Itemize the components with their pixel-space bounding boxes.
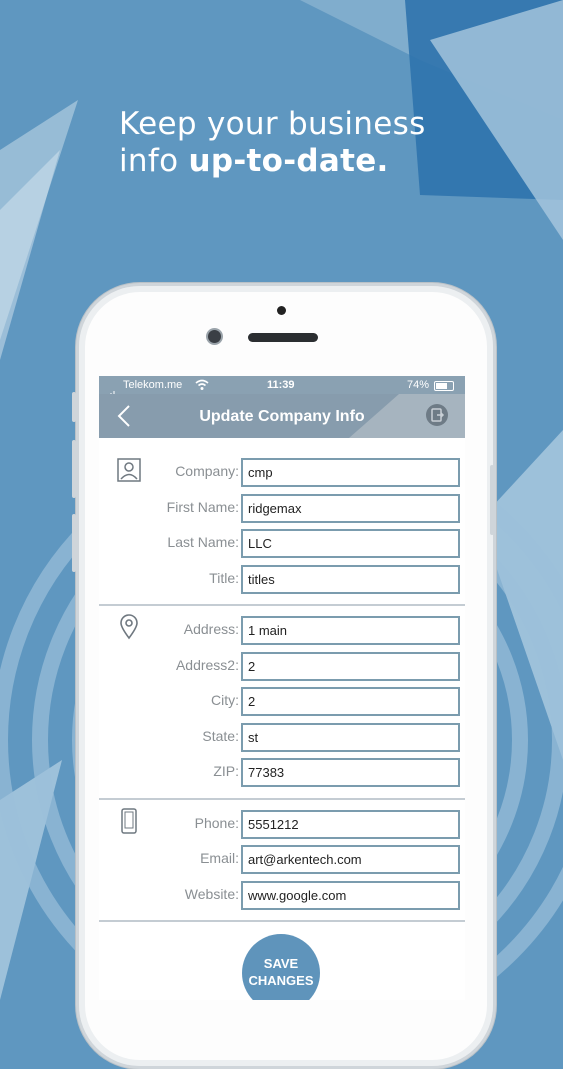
state-label: State: [202,727,239,744]
website-row: Website: www.google.com [99,877,465,913]
address-input[interactable]: 1 main [241,616,460,645]
first-name-label: First Name: [166,498,239,515]
company-row: Company: cmp [99,454,465,490]
battery-icon [434,381,454,391]
city-row: City: 2 [99,683,465,719]
address2-input[interactable]: 2 [241,651,460,681]
nav-bar: Update Company Info [99,394,465,438]
save-changes-button[interactable]: SAVE CHANGES [242,934,320,1000]
address-section: Address: 1 main Address2: 2 City: 2 Stat… [99,606,465,800]
promo-line-2-prefix: info [119,143,179,179]
company-section: Company: cmp First Name: ridgemax Last N… [99,438,465,606]
city-input[interactable]: 2 [241,687,460,716]
save-label-line2: CHANGES [248,973,314,988]
zip-input[interactable]: 77383 [241,758,460,787]
phone-volume-down [72,514,76,572]
promo-headline: Keep your business info up-to-date. [119,106,426,180]
save-label-line1: SAVE [263,956,299,971]
earpiece-speaker [248,333,318,342]
first-name-row: First Name: ridgemax [99,490,465,526]
address2-row: Address2: 2 [99,648,465,684]
company-input[interactable]: cmp [241,458,460,487]
email-input[interactable]: art@arkentech.com [241,845,460,874]
nav-title: Update Company Info [199,408,365,425]
phone-volume-up [72,440,76,498]
phone-label: Phone: [194,814,239,831]
front-camera [208,330,221,343]
promo-line-2-bold: up-to-date. [188,143,389,179]
title-row: Title: titles [99,561,465,597]
website-label: Website: [184,885,239,902]
promo-line-1: Keep your business [119,106,426,142]
state-input[interactable]: st [241,722,460,752]
first-name-input[interactable]: ridgemax [241,493,460,523]
phone-mute-switch [72,392,76,422]
status-time: 11:39 [267,379,295,391]
proximity-sensor [277,306,286,315]
company-label: Company: [175,463,239,479]
state-row: State: st [99,719,465,755]
phone-power-button [490,465,494,535]
phone-row: Phone: 5551212 [99,806,465,842]
title-label: Title: [209,569,239,586]
zip-label: ZIP: [213,763,239,779]
address2-label: Address2: [175,656,239,673]
battery-percent: 74% [407,379,430,391]
last-name-label: Last Name: [167,534,239,550]
address-label: Address: [183,621,239,637]
last-name-input[interactable]: LLC [241,529,460,558]
phone-input[interactable]: 5551212 [241,809,460,839]
promo-line-2: info up-to-date. [119,143,426,180]
city-label: City: [211,692,239,708]
title-input[interactable]: titles [241,564,460,594]
form: Company: cmp First Name: ridgemax Last N… [99,438,465,922]
email-label: Email: [200,850,239,866]
status-bar: Telekom.me 11:39 74% [99,376,465,399]
contact-section: Phone: 5551212 Email: art@arkentech.com … [99,800,465,922]
zip-row: ZIP: 77383 [99,754,465,790]
logout-icon[interactable] [426,404,448,426]
wifi-icon [195,379,209,390]
address-row: Address: 1 main [99,612,465,648]
carrier-name: Telekom.me [123,379,183,391]
website-input[interactable]: www.google.com [241,880,460,910]
last-name-row: Last Name: LLC [99,525,465,561]
email-row: Email: art@arkentech.com [99,841,465,877]
phone-screen: Telekom.me 11:39 74% Update Company Info [99,376,465,1000]
